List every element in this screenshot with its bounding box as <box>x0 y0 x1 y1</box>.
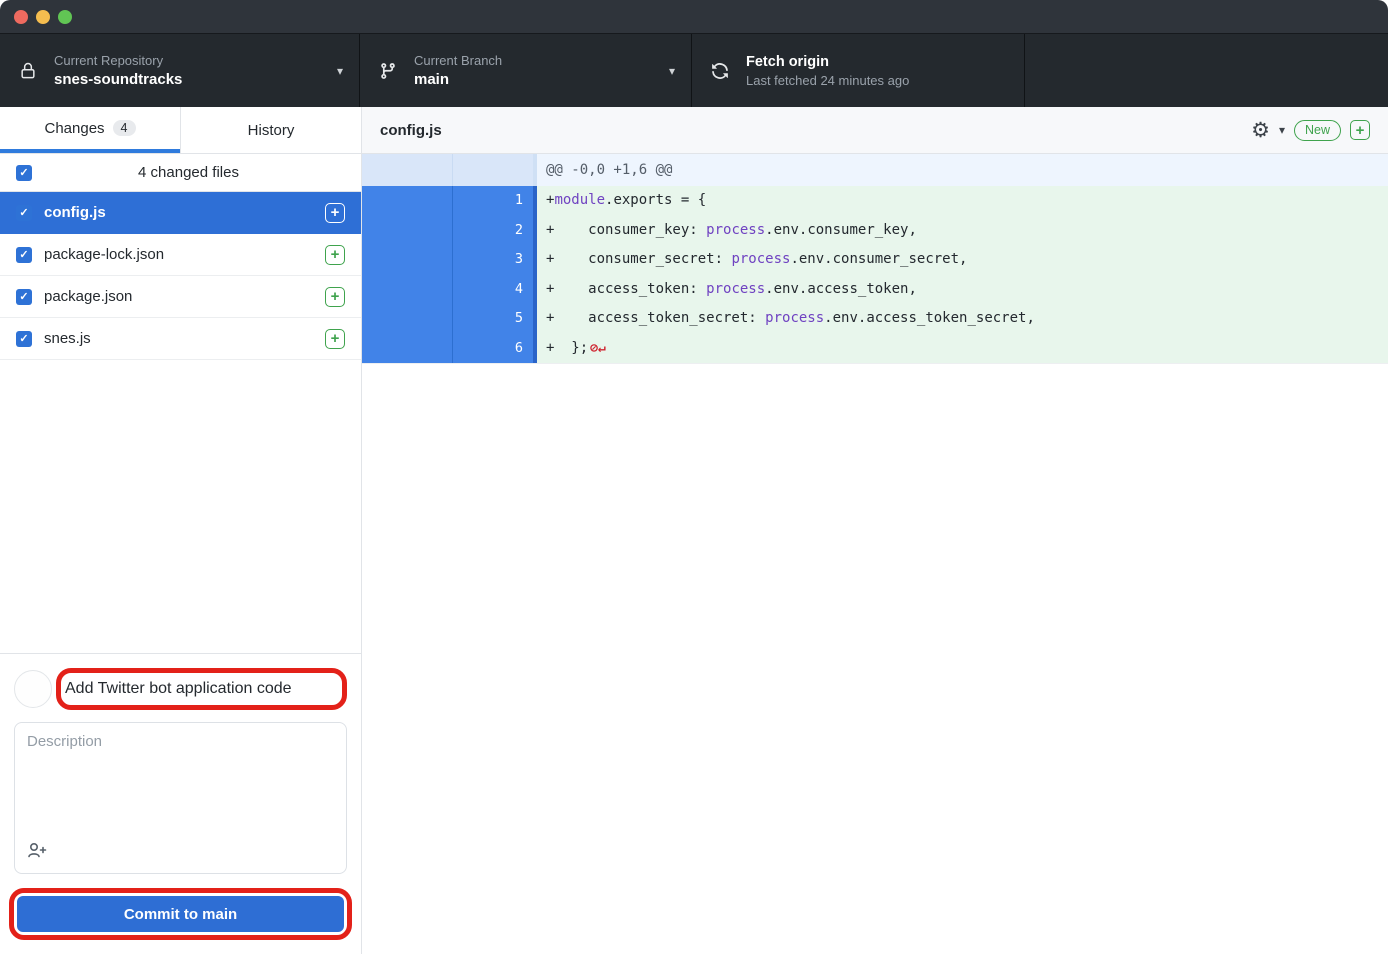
gutter-new-line-number: 3 <box>453 245 537 275</box>
changed-files-count: 4 changed files <box>32 164 345 181</box>
current-repository-dropdown[interactable]: Current Repository snes-soundtracks ▾ <box>0 34 360 107</box>
diff-line[interactable]: 1 +module.exports = { <box>362 186 1388 216</box>
file-list-empty-space <box>0 360 361 653</box>
fetch-origin-title: Fetch origin <box>746 54 909 70</box>
changes-count-badge: 4 <box>113 120 136 136</box>
diff-line-code: + access_token: process.env.access_token… <box>537 275 1388 305</box>
file-checkbox[interactable]: ✓ <box>16 289 32 305</box>
file-checkbox[interactable]: ✓ <box>16 331 32 347</box>
diff-line-code: + access_token_secret: process.env.acces… <box>537 304 1388 334</box>
add-file-icon[interactable]: + <box>325 329 345 349</box>
file-checkbox[interactable]: ✓ <box>16 247 32 263</box>
tab-changes[interactable]: Changes 4 <box>0 107 180 153</box>
commit-button[interactable]: Commit to main <box>17 896 344 932</box>
add-coauthor-icon[interactable] <box>27 841 48 864</box>
diff-pane: config.js ⚙ ▾ New + @@ -0,0 +1,6 @@ 1 +m… <box>362 107 1388 954</box>
diff-file-title: config.js <box>380 122 442 139</box>
gutter-old-line-number <box>362 216 453 246</box>
diff-line-code: +module.exports = { <box>537 186 1388 216</box>
add-file-icon[interactable]: + <box>325 287 345 307</box>
diff-header: config.js ⚙ ▾ New + <box>362 107 1388 154</box>
hunk-header-text: @@ -0,0 +1,6 @@ <box>537 154 1388 186</box>
files-header: ✓ 4 changed files <box>0 154 361 192</box>
commit-form: Commit to main <box>0 653 361 954</box>
sync-icon <box>708 62 732 80</box>
sidebar: Changes 4 History ✓ 4 changed files ✓ co… <box>0 107 362 954</box>
chevron-down-icon[interactable]: ▾ <box>1279 123 1285 137</box>
diff-header-actions: ⚙ ▾ New + <box>1251 120 1370 141</box>
add-file-icon[interactable]: + <box>325 245 345 265</box>
plus-square-icon[interactable]: + <box>1350 120 1370 140</box>
gutter-old-line-number <box>362 186 453 216</box>
chevron-down-icon: ▾ <box>659 64 675 78</box>
gutter-old-line-number <box>362 275 453 305</box>
gutter-old-line-number <box>362 245 453 275</box>
minimize-button[interactable] <box>36 10 50 24</box>
diff-line-code: + };⊘↵ <box>537 334 1388 364</box>
file-row[interactable]: ✓ package.json + <box>0 276 361 318</box>
file-name: package-lock.json <box>44 246 325 263</box>
close-button[interactable] <box>14 10 28 24</box>
diff-line[interactable]: 2 + consumer_key: process.env.consumer_k… <box>362 216 1388 246</box>
commit-description-input[interactable] <box>15 723 346 873</box>
select-all-checkbox[interactable]: ✓ <box>16 165 32 181</box>
diff-line-code: + consumer_key: process.env.consumer_key… <box>537 216 1388 246</box>
diff-line[interactable]: 6 + };⊘↵ <box>362 334 1388 364</box>
titlebar <box>0 0 1388 34</box>
file-name: snes.js <box>44 330 325 347</box>
gutter-new-line-number: 6 <box>453 334 537 364</box>
git-branch-icon <box>376 62 400 80</box>
fetch-origin-subtitle: Last fetched 24 minutes ago <box>746 73 909 88</box>
avatar <box>14 670 52 708</box>
gutter-new-line-number: 2 <box>453 216 537 246</box>
current-repository-value: snes-soundtracks <box>54 71 182 88</box>
current-branch-label: Current Branch <box>414 53 502 68</box>
file-status-badge: New <box>1294 120 1341 141</box>
sidebar-tabs: Changes 4 History <box>0 107 361 154</box>
commit-summary-input[interactable] <box>65 675 338 703</box>
file-row[interactable]: ✓ package-lock.json + <box>0 234 361 276</box>
hunk-gutter-new <box>453 154 537 186</box>
gutter-new-line-number: 1 <box>453 186 537 216</box>
diff-line[interactable]: 3 + consumer_secret: process.env.consume… <box>362 245 1388 275</box>
gutter-old-line-number <box>362 304 453 334</box>
gutter-old-line-number <box>362 334 453 364</box>
hunk-gutter-old <box>362 154 453 186</box>
tab-history-label: History <box>248 122 295 139</box>
maximize-button[interactable] <box>58 10 72 24</box>
main-area: Changes 4 History ✓ 4 changed files ✓ co… <box>0 107 1388 954</box>
file-checkbox[interactable]: ✓ <box>16 205 32 221</box>
chevron-down-icon: ▾ <box>327 64 343 78</box>
lock-icon <box>16 61 40 81</box>
file-row[interactable]: ✓ config.js + <box>0 192 361 234</box>
gutter-new-line-number: 4 <box>453 275 537 305</box>
commit-button-highlight-annotation: Commit to main <box>9 888 352 940</box>
toolbar-spacer <box>1025 34 1388 107</box>
diff-lines: 1 +module.exports = { 2 + consumer_key: … <box>362 186 1388 364</box>
current-branch-value: main <box>414 71 502 88</box>
tab-history[interactable]: History <box>180 107 361 153</box>
current-branch-dropdown[interactable]: Current Branch main ▾ <box>360 34 692 107</box>
diff-line-code: + consumer_secret: process.env.consumer_… <box>537 245 1388 275</box>
diff-line[interactable]: 4 + access_token: process.env.access_tok… <box>362 275 1388 305</box>
gear-icon[interactable]: ⚙ <box>1251 120 1270 141</box>
current-repository-label: Current Repository <box>54 53 182 68</box>
diff-hunk-header: @@ -0,0 +1,6 @@ <box>362 154 1388 186</box>
file-list: ✓ config.js + ✓ package-lock.json + ✓ pa… <box>0 192 361 360</box>
file-row[interactable]: ✓ snes.js + <box>0 318 361 360</box>
commit-description-box <box>14 722 347 874</box>
tab-changes-label: Changes <box>45 120 105 137</box>
file-name: package.json <box>44 288 325 305</box>
commit-summary-row <box>14 668 347 710</box>
fetch-origin-button[interactable]: Fetch origin Last fetched 24 minutes ago <box>692 34 1025 107</box>
app-window: Current Repository snes-soundtracks ▾ Cu… <box>0 0 1388 954</box>
diff-body: @@ -0,0 +1,6 @@ 1 +module.exports = { 2 … <box>362 154 1388 954</box>
summary-highlight-annotation <box>56 668 347 710</box>
toolbar: Current Repository snes-soundtracks ▾ Cu… <box>0 34 1388 107</box>
gutter-new-line-number: 5 <box>453 304 537 334</box>
add-file-icon[interactable]: + <box>325 203 345 223</box>
diff-bottom-border <box>362 363 1388 364</box>
diff-line[interactable]: 5 + access_token_secret: process.env.acc… <box>362 304 1388 334</box>
file-name: config.js <box>44 204 325 221</box>
